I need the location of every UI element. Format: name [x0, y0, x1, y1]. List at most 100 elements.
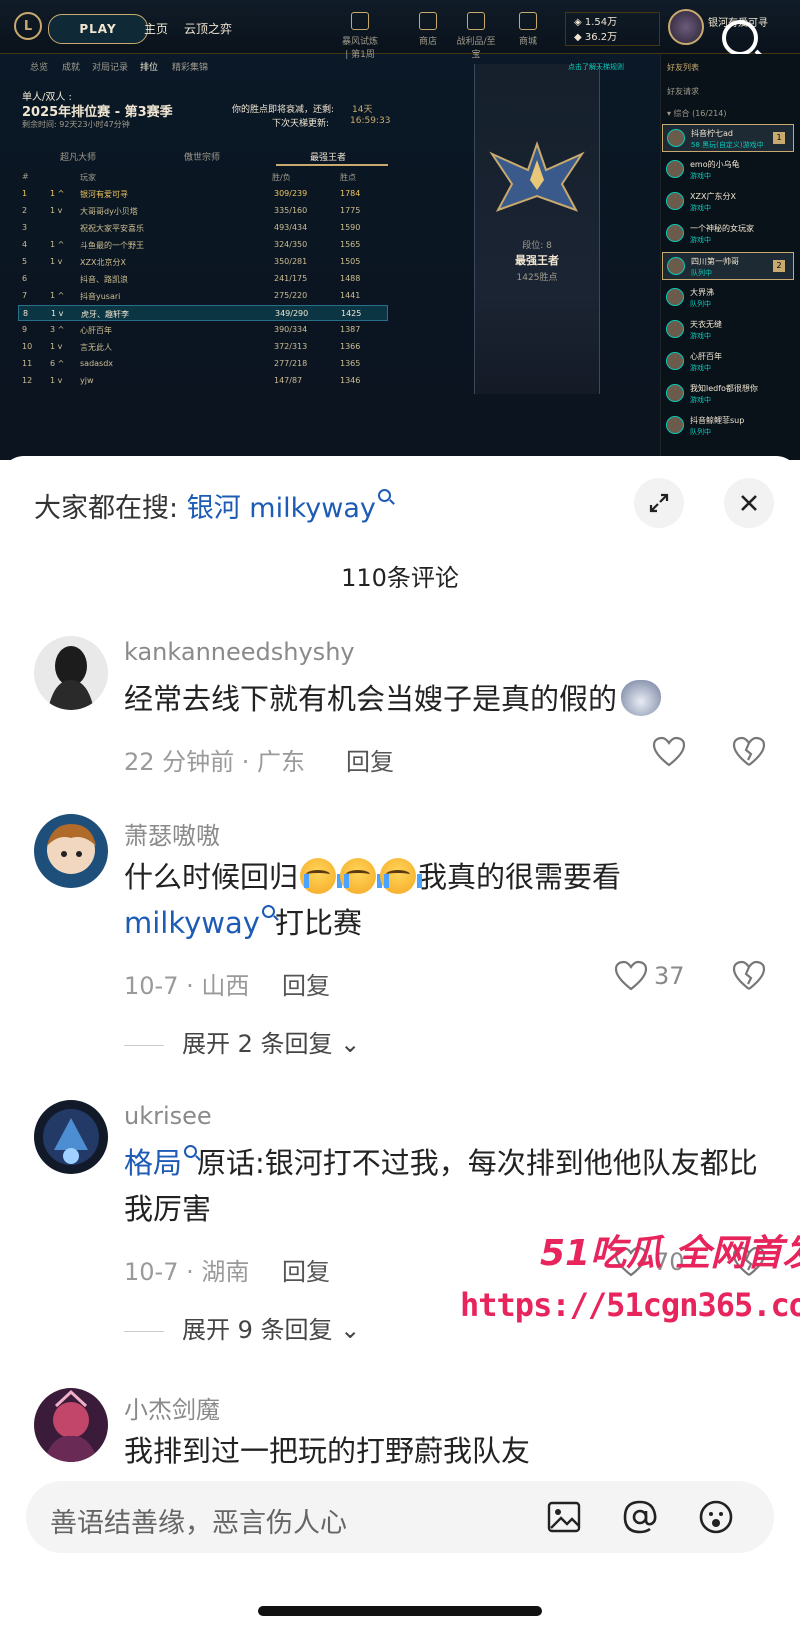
rank-cell-lp: 1365: [340, 359, 361, 368]
avatar[interactable]: [34, 814, 108, 888]
subnav-overview[interactable]: 总览: [30, 60, 48, 73]
rank-cell-lp: 1387: [340, 325, 361, 334]
like-button[interactable]: [652, 736, 686, 768]
heart-icon: [652, 736, 686, 767]
crying-emoji-icon: [340, 858, 383, 894]
expand-replies-button[interactable]: 展开 9 条回复 ⌄: [124, 1310, 360, 1345]
rank-cell-name: 抖音、路凯浪: [80, 275, 128, 284]
rank-cell-lp: 1366: [340, 342, 361, 351]
table-row[interactable]: 1 1 ^ 银河有爱可寻 309/239 1784: [18, 186, 388, 202]
table-row[interactable]: 7 1 ^ 抖音yusari 275/220 1441: [18, 288, 388, 304]
ladder-update-value: 16:59:33: [350, 116, 391, 126]
table-row[interactable]: 10 1 v 言无此人 372/313 1366: [18, 339, 388, 355]
comment-username[interactable]: ukrisee: [124, 1102, 212, 1130]
table-row[interactable]: 9 3 ^ 心肝百年 390/334 1387: [18, 322, 388, 338]
friend-item[interactable]: 心肝百年 游戏中: [662, 348, 794, 376]
rank-cell-change: 1 v: [50, 257, 63, 266]
keyword-link[interactable]: 格局: [124, 1146, 182, 1180]
comment-input[interactable]: 善语结善缘，恶言伤人心: [26, 1481, 774, 1553]
friend-requests[interactable]: 好友请求: [667, 86, 699, 97]
tab-challenger[interactable]: 最强王者: [310, 150, 346, 163]
avatar[interactable]: [34, 636, 108, 710]
friend-item[interactable]: 抖音鲸鲤菲sup 队列中: [662, 412, 794, 440]
friend-item[interactable]: emo的小乌龟 游戏中: [662, 156, 794, 184]
mention-icon[interactable]: [620, 1497, 660, 1537]
table-row[interactable]: 6 抖音、路凯浪 241/175 1488: [18, 271, 388, 287]
loot-icon[interactable]: 战利品/至宝: [456, 12, 496, 60]
nav-tft[interactable]: 云顶之弈: [184, 20, 232, 37]
friend-item[interactable]: 抖音柠七ad 58 黑玩(自定义)游戏中 1: [662, 124, 794, 152]
avatar[interactable]: [34, 1388, 108, 1462]
friend-name: 抖音柠七ad: [691, 129, 733, 138]
subnav-achievements[interactable]: 成就: [62, 60, 80, 73]
rank-cell-wl: 241/175: [274, 274, 308, 283]
comment-input-placeholder: 善语结善缘，恶言伤人心: [50, 1508, 347, 1539]
tab-master[interactable]: 超凡大师: [60, 150, 96, 163]
trophy-icon[interactable]: 暴风试炼 | 第1周: [340, 12, 380, 60]
store-icon[interactable]: 商店: [408, 12, 448, 47]
rank-cell-lp: 1488: [340, 274, 361, 283]
table-row[interactable]: 8 1 v 虎牙、趣轩李 349/290 1425: [18, 305, 388, 321]
table-row[interactable]: 11 6 ^ sadasdx 277/218 1365: [18, 356, 388, 372]
nav-home[interactable]: 主页: [144, 20, 168, 37]
friend-item[interactable]: 大界沸 队列中: [662, 284, 794, 312]
friend-item[interactable]: 一个神秘的女玩家 游戏中: [662, 220, 794, 248]
friend-item[interactable]: 我知ledfo都很想你 游戏中: [662, 380, 794, 408]
tab-grandmaster[interactable]: 傲世宗师: [184, 150, 220, 163]
league-logo: L: [14, 12, 42, 40]
rank-cell-rank: 11: [22, 359, 33, 368]
currency-panel: ◈ 1.54万 ◆ 36.2万: [565, 12, 660, 46]
dislike-button[interactable]: [732, 960, 766, 996]
rank-cell-name: 银河有爱可寻: [80, 190, 128, 199]
reply-button[interactable]: 回复: [282, 1252, 330, 1287]
comment-meta: 10-7 · 湖南: [124, 1258, 250, 1286]
comment-meta: 10-7 · 山西: [124, 972, 250, 1000]
rank-cell-wl: 147/87: [274, 376, 303, 385]
table-row[interactable]: 3 祝祝大家平安喜乐 493/434 1590: [18, 220, 388, 236]
comment-username[interactable]: kankanneedshyshy: [124, 638, 355, 666]
avatar: [666, 320, 684, 338]
friend-name: 我知ledfo都很想你: [690, 384, 758, 393]
reply-button[interactable]: 回复: [346, 742, 394, 777]
close-button[interactable]: [724, 478, 774, 528]
comment-username[interactable]: 小杰剑魔: [124, 1390, 220, 1425]
rank-cell-rank: 9: [22, 325, 28, 334]
dislike-button[interactable]: [732, 736, 766, 772]
expand-replies-button[interactable]: 展开 2 条回复 ⌄: [124, 1024, 360, 1059]
friend-status: 58 黑玩(自定义)游戏中: [691, 141, 764, 149]
banner-rank-position: 段位: 8: [522, 241, 552, 251]
player-avatar[interactable]: [668, 9, 704, 45]
avatar: [666, 160, 684, 178]
play-button[interactable]: PLAY: [48, 14, 148, 44]
ladder-rules-link[interactable]: 点击了解天梯规则: [568, 62, 624, 72]
expand-button[interactable]: [634, 478, 684, 528]
table-row[interactable]: 2 1 v 大哥哥dy小贝塔 335/160 1775: [18, 203, 388, 219]
reply-button[interactable]: 回复: [282, 966, 330, 1001]
rank-cell-rank: 4: [22, 240, 28, 249]
keyword-link[interactable]: milkyway: [124, 906, 260, 940]
avatar[interactable]: [34, 1100, 108, 1174]
subnav-highlights[interactable]: 精彩集锦: [172, 60, 208, 73]
table-row[interactable]: 5 1 v XZX北京分X 350/281 1505: [18, 254, 388, 270]
like-count: 37: [654, 962, 685, 990]
image-icon[interactable]: [544, 1497, 584, 1537]
subnav-ranked[interactable]: 排位: [140, 60, 158, 73]
subnav-match-history[interactable]: 对局记录: [92, 60, 128, 73]
friends-group-header[interactable]: ▾ 综合 (16/214): [667, 108, 727, 119]
trending-search-keyword[interactable]: 银河 milkyway: [187, 493, 376, 524]
like-button[interactable]: 37: [614, 960, 685, 992]
friend-item[interactable]: XZX广东分X 游戏中: [662, 188, 794, 216]
trending-search[interactable]: 大家都在搜: 银河 milkyway: [34, 486, 391, 525]
comment-username[interactable]: 萧瑟嗷嗷: [124, 816, 220, 851]
emoji-icon[interactable]: [696, 1497, 736, 1537]
divider: [124, 1330, 164, 1332]
divider: [124, 1044, 164, 1046]
table-row[interactable]: 12 1 v yjw 147/87 1346: [18, 373, 388, 389]
search-icon[interactable]: [722, 20, 758, 56]
banner-lp: 1425胜点: [516, 273, 558, 283]
friend-item[interactable]: 四川第一帅哥 队列中 2: [662, 252, 794, 280]
trending-search-prefix: 大家都在搜:: [34, 493, 179, 524]
table-row[interactable]: 4 1 ^ 斗鱼最的一个野王 324/350 1565: [18, 237, 388, 253]
shop-icon[interactable]: 商城: [508, 12, 548, 47]
friend-item[interactable]: 天衣无缝 游戏中: [662, 316, 794, 344]
